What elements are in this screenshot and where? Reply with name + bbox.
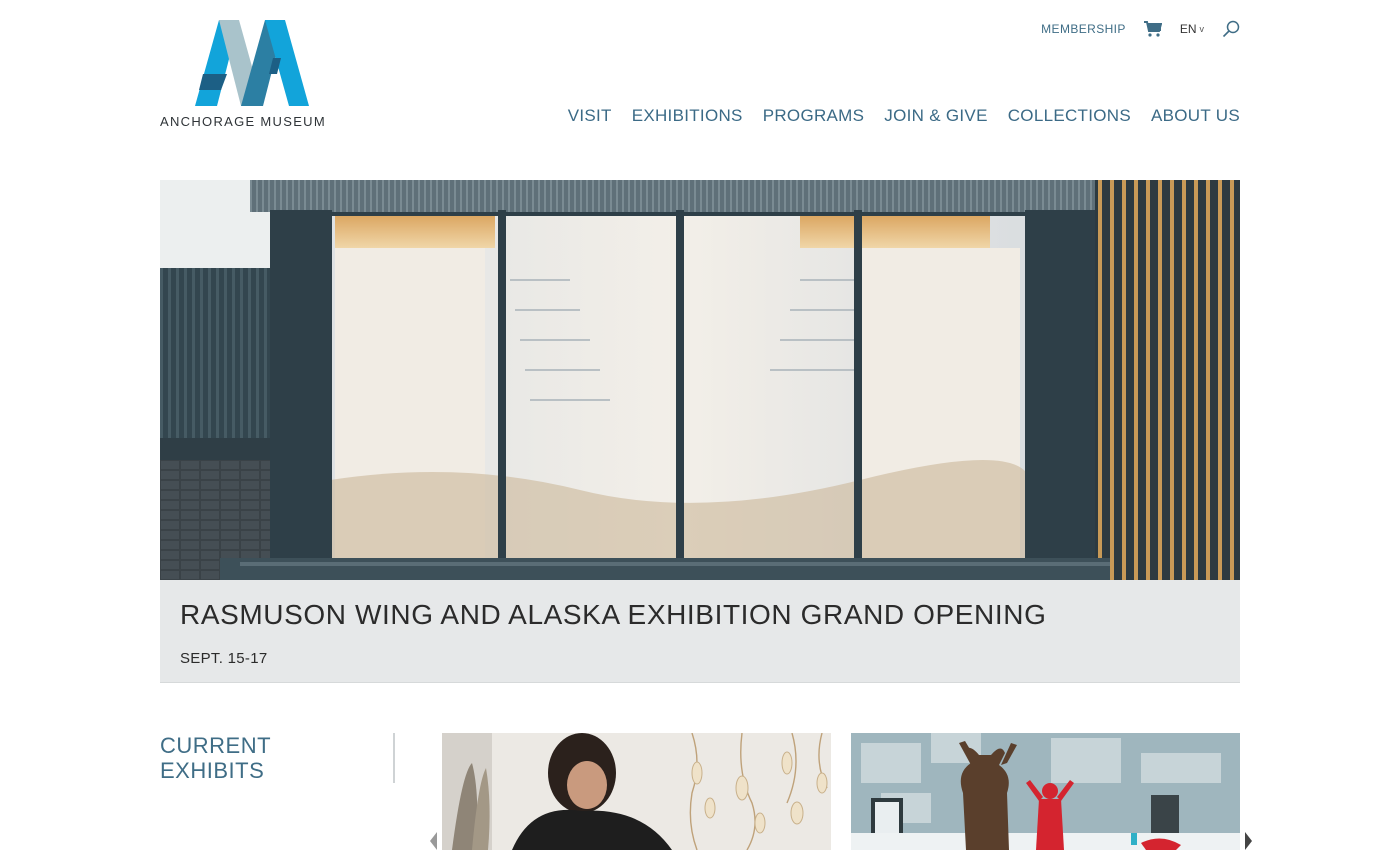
- hero-title[interactable]: RASMUSON WING AND ALASKA EXHIBITION GRAN…: [180, 599, 1046, 631]
- section-divider: [393, 733, 395, 783]
- nav-about-us[interactable]: ABOUT US: [1151, 106, 1240, 126]
- exhibit-thumbnail-1[interactable]: [442, 733, 831, 850]
- logo-wordmark: ANCHORAGE MUSEUM: [160, 114, 326, 129]
- language-selector[interactable]: EN v: [1180, 22, 1204, 36]
- nav-programs[interactable]: PROGRAMS: [763, 106, 865, 126]
- carousel-prev-arrow[interactable]: [430, 832, 437, 850]
- nav-join-give[interactable]: JOIN & GIVE: [884, 106, 987, 126]
- utility-nav: MEMBERSHIP EN v: [1041, 18, 1240, 40]
- exhibit-thumbnail-2[interactable]: [851, 733, 1240, 850]
- heading-line-2: EXHIBITS: [160, 758, 265, 783]
- nav-exhibitions[interactable]: EXHIBITIONS: [632, 106, 743, 126]
- cart-icon[interactable]: [1143, 21, 1162, 37]
- membership-link[interactable]: MEMBERSHIP: [1041, 22, 1126, 36]
- language-label: EN: [1179, 22, 1197, 36]
- nav-collections[interactable]: COLLECTIONS: [1008, 106, 1131, 126]
- search-icon[interactable]: [1222, 20, 1240, 38]
- anchorage-museum-logo-mark: [195, 20, 309, 106]
- main-nav: VISIT EXHIBITIONS PROGRAMS JOIN & GIVE C…: [568, 106, 1240, 126]
- heading-line-1: CURRENT: [160, 733, 272, 758]
- current-exhibits-heading: CURRENT EXHIBITS: [160, 733, 380, 783]
- hero-caption[interactable]: RASMUSON WING AND ALASKA EXHIBITION GRAN…: [160, 580, 1240, 683]
- page: ANCHORAGE MUSEUM MEMBERSHIP EN v VISIT E…: [160, 0, 1252, 850]
- hero-image[interactable]: [160, 180, 1240, 580]
- hero-date: SEPT. 15-17: [180, 650, 268, 667]
- site-logo[interactable]: ANCHORAGE MUSEUM: [160, 18, 342, 130]
- chevron-down-icon: v: [1199, 24, 1205, 34]
- nav-visit[interactable]: VISIT: [568, 106, 612, 126]
- carousel-next-arrow[interactable]: [1245, 832, 1252, 850]
